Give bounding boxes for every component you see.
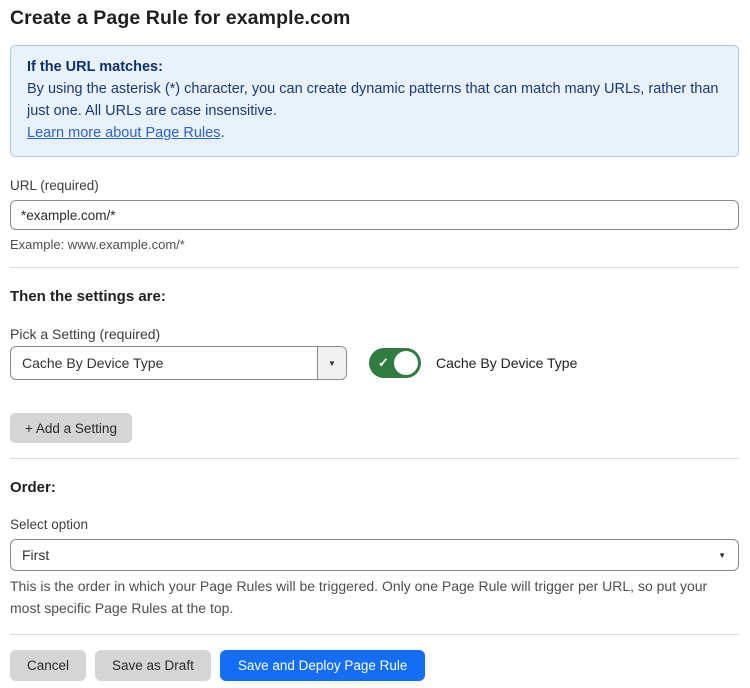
select-option-label: Select option [10, 517, 739, 532]
url-input[interactable] [10, 200, 739, 230]
save-and-deploy-button[interactable]: Save and Deploy Page Rule [220, 650, 426, 681]
save-as-draft-button[interactable]: Save as Draft [95, 650, 211, 681]
chevron-down-icon: ▼ [718, 551, 726, 560]
setting-dropdown-arrow-button[interactable]: ▼ [317, 347, 346, 379]
url-field-label: URL (required) [10, 178, 739, 193]
url-example-text: Example: www.example.com/* [10, 237, 739, 252]
order-select-value: First [22, 547, 718, 563]
check-icon: ✓ [378, 355, 389, 371]
learn-more-link[interactable]: Learn more about Page Rules [27, 125, 220, 141]
chevron-down-icon: ▼ [328, 359, 336, 368]
order-select[interactable]: First ▼ [10, 539, 739, 571]
add-setting-button[interactable]: + Add a Setting [10, 413, 132, 443]
order-section-heading: Order: [10, 479, 739, 496]
info-box-link-line: Learn more about Page Rules. [27, 122, 722, 144]
page-title: Create a Page Rule for example.com [10, 0, 739, 30]
link-suffix: . [220, 125, 224, 141]
toggle-knob [394, 351, 418, 375]
pick-setting-label: Pick a Setting (required) [10, 326, 739, 342]
toggle-label: Cache By Device Type [436, 355, 577, 371]
url-match-info-box: If the URL matches: By using the asteris… [10, 45, 739, 157]
settings-section-heading: Then the settings are: [10, 288, 739, 305]
divider [10, 634, 739, 635]
setting-dropdown[interactable]: Cache By Device Type ▼ [10, 346, 347, 380]
cancel-button[interactable]: Cancel [10, 650, 86, 681]
cache-by-device-type-toggle[interactable]: ✓ [369, 348, 421, 378]
divider [10, 267, 739, 268]
page-rule-form: Create a Page Rule for example.com If th… [0, 0, 750, 681]
setting-controls-row: Cache By Device Type ▼ ✓ Cache By Device… [10, 346, 739, 380]
setting-dropdown-value: Cache By Device Type [11, 347, 317, 379]
info-box-body: By using the asterisk (*) character, you… [27, 78, 722, 122]
form-actions: Cancel Save as Draft Save and Deploy Pag… [10, 650, 739, 681]
divider [10, 458, 739, 459]
info-box-heading: If the URL matches: [27, 56, 722, 78]
order-helper-text: This is the order in which your Page Rul… [10, 576, 739, 619]
